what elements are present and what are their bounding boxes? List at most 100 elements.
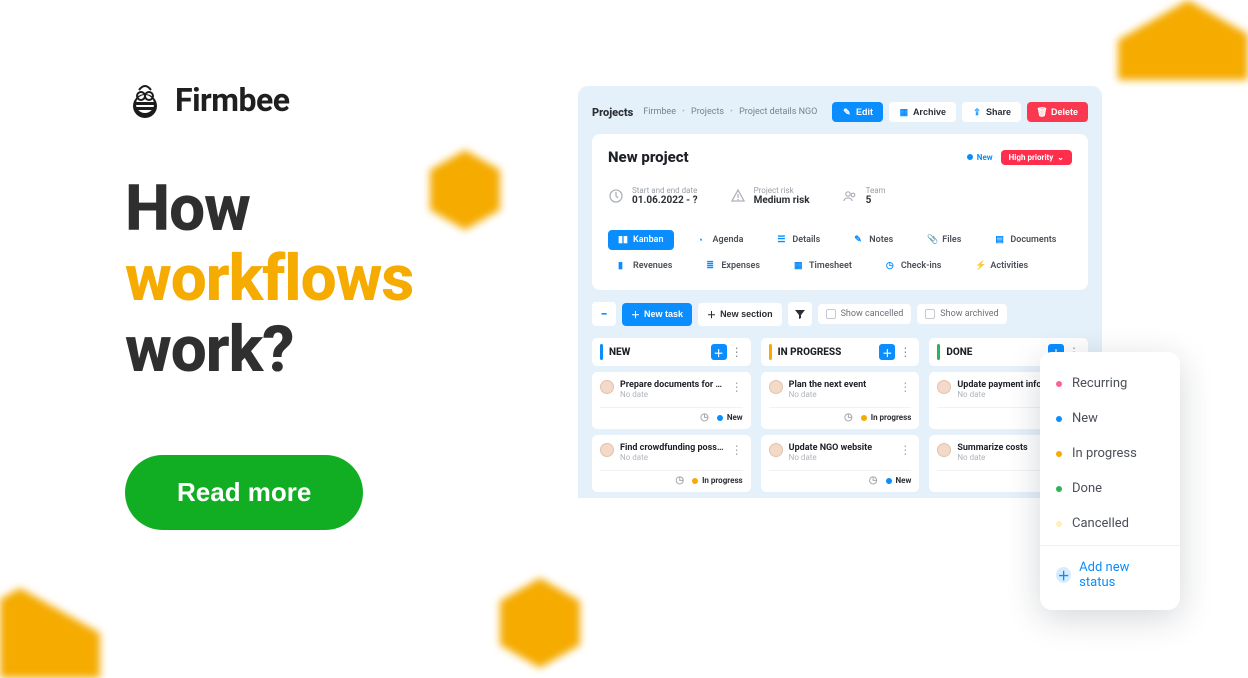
status-option[interactable]: Done (1054, 471, 1166, 506)
tab-details[interactable]: ☰Details (767, 230, 830, 250)
share-icon: ⇪ (972, 107, 982, 117)
tab-files[interactable]: 📎Files (917, 230, 971, 250)
project-card: New project New High priority ⌄ Start an… (592, 134, 1088, 290)
status-option-label: Recurring (1072, 376, 1127, 391)
task-menu-button[interactable]: ⋮ (731, 443, 743, 457)
breadcrumb-item[interactable]: Project details NGO (739, 107, 817, 117)
task-title: Prepare documents for donors (620, 380, 725, 390)
headline-accent: workflows (125, 241, 413, 316)
status-option[interactable]: In progress (1054, 436, 1166, 471)
tab-activities[interactable]: ⚡Activities (965, 256, 1038, 276)
task-menu-button[interactable]: ⋮ (899, 443, 911, 457)
priority-label: High priority (1009, 153, 1054, 162)
tab-label: Files (942, 235, 961, 245)
tab-notes[interactable]: ✎Notes (844, 230, 903, 250)
tab-label: Timesheet (809, 261, 852, 271)
tab-kanban[interactable]: ▮▮ Kanban (608, 230, 674, 250)
priority-badge[interactable]: High priority ⌄ (1001, 150, 1072, 165)
meta-value: 5 (866, 195, 886, 206)
new-task-button[interactable]: ＋ New task (622, 303, 692, 326)
tab-checkins[interactable]: ◷Check-ins (876, 256, 952, 276)
add-status-button[interactable]: ＋Add new status (1054, 550, 1166, 600)
headline-line: How (125, 171, 250, 246)
archive-button[interactable]: ▦ Archive (889, 102, 956, 122)
team-icon (842, 188, 858, 204)
delete-button[interactable]: 🗑 Delete (1027, 102, 1088, 122)
project-tabs: ▮▮Kanban ◔Agenda ☰Details ✎Notes 📎Files … (608, 230, 1072, 276)
app-panel: Projects Firmbee • Projects • Project de… (578, 86, 1102, 498)
new-section-button[interactable]: ＋ New section (698, 303, 782, 326)
button-label: Archive (913, 107, 946, 117)
show-archived-toggle[interactable]: Show archived (917, 304, 1006, 324)
column-menu-button[interactable]: ⋮ (731, 345, 743, 359)
column-color-bar (769, 344, 772, 360)
chevron-down-icon: ⌄ (1057, 153, 1064, 162)
task-card[interactable]: Find crowdfunding possibilitesNo date⋮◷I… (592, 435, 751, 492)
show-cancelled-toggle[interactable]: Show cancelled (818, 304, 912, 324)
task-menu-button[interactable]: ⋮ (899, 380, 911, 394)
status-label: In progress (702, 476, 743, 485)
status-option[interactable]: Recurring (1054, 366, 1166, 401)
task-menu-button[interactable]: ⋮ (731, 380, 743, 394)
status-label: In progress (871, 413, 912, 422)
clock-icon: ◷ (675, 475, 684, 486)
avatar (769, 380, 783, 394)
agenda-icon: ◔ (698, 235, 708, 245)
decorative-hexagon (1108, 0, 1248, 80)
tab-label: Activities (990, 261, 1028, 271)
headline: How workflows work? (125, 174, 505, 385)
status-option[interactable]: Cancelled (1054, 506, 1166, 541)
task-date: No date (620, 453, 725, 462)
badge-label: New (977, 153, 993, 162)
collapse-button[interactable]: − (592, 302, 616, 326)
meta-label: Project risk (754, 186, 810, 195)
column-header: NEW＋⋮ (592, 338, 751, 366)
meta-label: Start and end date (632, 186, 698, 195)
edit-button[interactable]: ✎ Edit (832, 102, 883, 122)
tab-revenues[interactable]: ▮Revenues (608, 256, 682, 276)
add-task-button[interactable]: ＋ (879, 344, 895, 360)
task-status: ◷New (869, 475, 912, 486)
plus-circle-icon: ＋ (1056, 567, 1071, 583)
column-menu-button[interactable]: ⋮ (899, 345, 911, 359)
task-card[interactable]: Prepare documents for donorsNo date⋮◷New (592, 372, 751, 429)
task-status: ◷New (700, 412, 743, 423)
column-color-bar (937, 344, 940, 360)
document-icon: ▤ (995, 235, 1005, 245)
filter-button[interactable] (788, 302, 812, 326)
checkbox-label: Show archived (940, 309, 998, 319)
plus-icon: ＋ (631, 308, 640, 321)
tab-label: Agenda (713, 235, 744, 245)
breadcrumb-item[interactable]: Firmbee (643, 107, 676, 117)
add-task-button[interactable]: ＋ (711, 344, 727, 360)
meta-dates: Start and end date 01.06.2022 - ? (608, 186, 698, 206)
project-title: New project (608, 148, 689, 166)
decorative-hexagon (0, 568, 110, 678)
breadcrumb-item[interactable]: Projects (691, 107, 724, 117)
task-card[interactable]: Plan the next eventNo date⋮◷In progress (761, 372, 920, 429)
tab-documents[interactable]: ▤Documents (985, 230, 1066, 250)
meta-label: Team (866, 186, 886, 195)
revenue-icon: ▮ (618, 261, 628, 271)
tab-label: Kanban (633, 235, 664, 245)
tab-timesheet[interactable]: ▦ Timesheet (784, 256, 862, 276)
archive-icon: ▦ (899, 107, 909, 117)
breadcrumb: Projects Firmbee • Projects • Project de… (592, 106, 817, 119)
tab-expenses[interactable]: ≣Expenses (696, 256, 770, 276)
board-icon: ▮▮ (618, 235, 628, 245)
trash-icon: 🗑 (1037, 107, 1047, 117)
tab-agenda[interactable]: ◔ Agenda (688, 230, 754, 250)
clock-icon: ◷ (700, 412, 709, 423)
column-title: IN PROGRESS (778, 347, 842, 358)
share-button[interactable]: ⇪ Share (962, 102, 1021, 122)
status-label: New (896, 476, 912, 485)
read-more-button[interactable]: Read more (125, 455, 363, 530)
expenses-icon: ≣ (706, 261, 716, 271)
checkbox-icon (826, 309, 836, 319)
task-card[interactable]: Update NGO websiteNo date⋮◷New (761, 435, 920, 492)
divider (1040, 545, 1180, 546)
timesheet-icon: ▦ (794, 261, 804, 271)
status-option[interactable]: New (1054, 401, 1166, 436)
status-option-label: Done (1072, 481, 1102, 496)
task-date: No date (789, 390, 894, 399)
